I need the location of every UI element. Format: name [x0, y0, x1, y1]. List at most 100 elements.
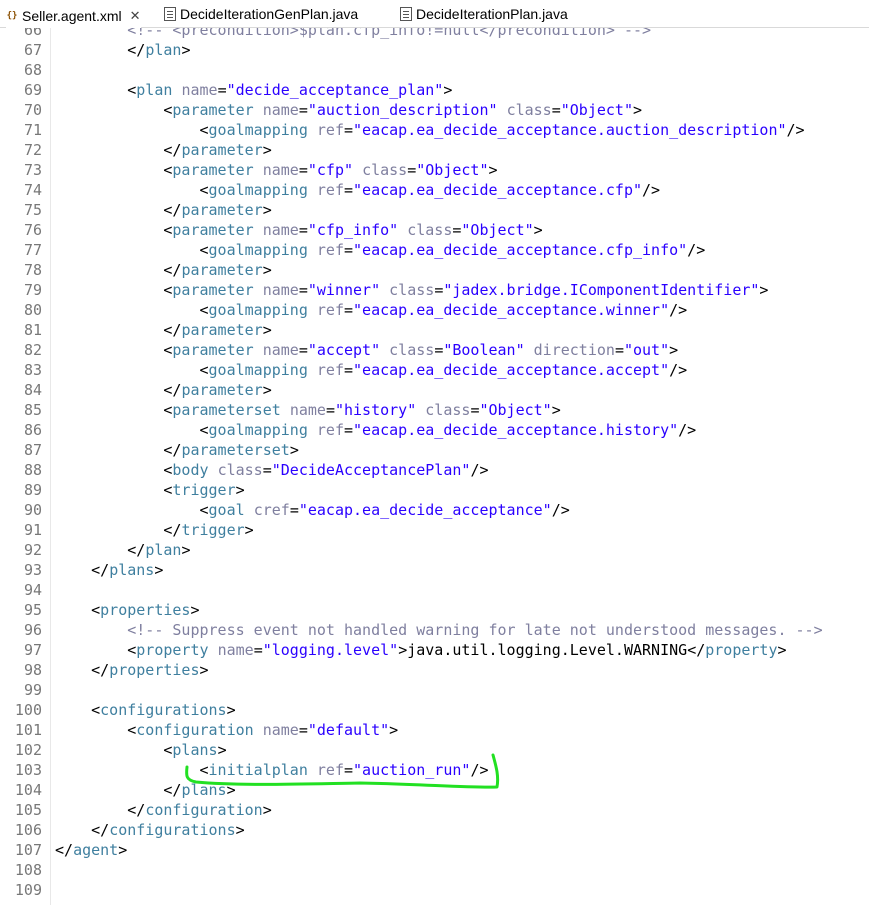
code-line[interactable]: 103 <initialplan ref="auction_run"/> — [0, 760, 869, 780]
code-line[interactable]: 78 </parameter> — [0, 260, 869, 280]
xml-file-icon: {} — [6, 11, 18, 21]
code-line[interactable]: 70 <parameter name="auction_description"… — [0, 100, 869, 120]
code-token: </ — [163, 141, 182, 159]
code-line[interactable]: 107 </agent> — [0, 840, 869, 860]
code-line[interactable]: 77 <goalmapping ref="eacap.ea_decide_acc… — [0, 240, 869, 260]
code-line[interactable]: 95 <properties> — [0, 600, 869, 620]
code-line[interactable]: 104 </plans> — [0, 780, 869, 800]
code-token: "eacap.ea_decide_acceptance.winner" — [353, 301, 670, 319]
code-line[interactable]: 67 </plan> — [0, 40, 869, 60]
code-line[interactable]: 97 <property name="logging.level">java.u… — [0, 640, 869, 660]
code-line[interactable]: 91 </trigger> — [0, 520, 869, 540]
code-token: = — [344, 301, 354, 319]
code-token: "auction_run" — [353, 761, 471, 779]
code-token: > — [262, 261, 272, 279]
code-line[interactable]: 100 <configurations> — [0, 700, 869, 720]
code-line[interactable]: 94 — [0, 580, 869, 600]
code-token: "cfp_info" — [307, 221, 399, 239]
code-token: = — [298, 161, 308, 179]
code-token: > — [226, 781, 236, 799]
code-line[interactable]: 99 — [0, 680, 869, 700]
code-line[interactable]: 109 — [0, 880, 869, 900]
code-line[interactable]: 68 — [0, 60, 869, 80]
code-line[interactable]: 84 </parameter> — [0, 380, 869, 400]
code-token: trigger — [181, 521, 245, 539]
code-line[interactable]: 85 <parameterset name="history" class="O… — [0, 400, 869, 420]
code-line[interactable]: 98 </properties> — [0, 660, 869, 680]
code-line[interactable]: 106 </configurations> — [0, 820, 869, 840]
tab-decide-iteration-plan[interactable]: DecideIterationPlan.java — [400, 0, 568, 28]
code-line[interactable]: 80 <goalmapping ref="eacap.ea_decide_acc… — [0, 300, 869, 320]
code-token: parameter — [172, 101, 254, 119]
code-token: = — [217, 81, 227, 99]
code-text: <configuration name="default"> — [55, 720, 398, 740]
code-token: > — [217, 741, 227, 759]
code-line[interactable]: 82 <parameter name="accept" class="Boole… — [0, 340, 869, 360]
code-line[interactable]: 90 <goal cref="eacap.ea_decide_acceptanc… — [0, 500, 869, 520]
code-line[interactable]: 73 <parameter name="cfp" class="Object"> — [0, 160, 869, 180]
code-line[interactable]: 69 <plan name="decide_acceptance_plan"> — [0, 80, 869, 100]
code-line[interactable]: 66 <!-- <precondition>$plan.cfp_info!=nu… — [0, 28, 869, 40]
line-number: 100 — [14, 701, 42, 719]
code-text: </parameter> — [55, 320, 271, 340]
code-line[interactable]: 75 </parameter> — [0, 200, 869, 220]
code-line[interactable]: 76 <parameter name="cfp_info" class="Obj… — [0, 220, 869, 240]
code-token: = — [298, 341, 308, 359]
code-token: </ — [163, 781, 182, 799]
tab-decide-iteration-gen-plan[interactable]: DecideIterationGenPlan.java — [164, 0, 358, 28]
code-token: "Object" — [479, 401, 552, 419]
code-line[interactable]: 83 <goalmapping ref="eacap.ea_decide_acc… — [0, 360, 869, 380]
code-text: </properties> — [55, 660, 208, 680]
code-token: ref — [316, 301, 344, 319]
code-token: "Object" — [560, 101, 633, 119]
code-text: </configurations> — [55, 820, 245, 840]
code-line[interactable]: 86 <goalmapping ref="eacap.ea_decide_acc… — [0, 420, 869, 440]
code-line[interactable]: 93 </plans> — [0, 560, 869, 580]
code-editor[interactable]: 66 <!-- <precondition>$plan.cfp_info!=nu… — [0, 28, 869, 905]
code-line[interactable]: 88 <body class="DecideAcceptancePlan"/> — [0, 460, 869, 480]
code-token: goalmapping — [208, 421, 308, 439]
code-line[interactable]: 72 </parameter> — [0, 140, 869, 160]
code-line[interactable]: 89 <trigger> — [0, 480, 869, 500]
code-line[interactable]: 92 </plan> — [0, 540, 869, 560]
line-number: 71 — [23, 121, 42, 139]
code-token: body — [172, 461, 209, 479]
code-line[interactable]: 74 <goalmapping ref="eacap.ea_decide_acc… — [0, 180, 869, 200]
code-line[interactable]: 96 <!-- Suppress event not handled warni… — [0, 620, 869, 640]
code-line[interactable]: 87 </parameterset> — [0, 440, 869, 460]
code-line[interactable]: 71 <goalmapping ref="eacap.ea_decide_acc… — [0, 120, 869, 140]
code-token: "Object" — [461, 221, 534, 239]
code-text: <body class="DecideAcceptancePlan"/> — [55, 460, 488, 480]
code-line[interactable]: 101 <configuration name="default"> — [0, 720, 869, 740]
editor-tab-bar: {} Seller.agent.xml ✕ DecideIterationGen… — [0, 0, 869, 30]
tab-seller-agent-xml[interactable]: {} Seller.agent.xml ✕ — [6, 0, 141, 30]
code-token: </ — [127, 41, 146, 59]
code-line[interactable]: 108 — [0, 860, 869, 880]
line-number: 90 — [23, 501, 42, 519]
code-token: <!-- Suppress event not handled warning … — [127, 621, 823, 639]
code-line[interactable]: 79 <parameter name="winner" class="jadex… — [0, 280, 869, 300]
code-token: = — [262, 461, 272, 479]
code-line[interactable]: 81 </parameter> — [0, 320, 869, 340]
code-token: parameter — [181, 321, 263, 339]
code-token: > — [389, 721, 399, 739]
code-token: > — [235, 821, 245, 839]
code-token: < — [199, 241, 209, 259]
code-line[interactable]: 105 </configuration> — [0, 800, 869, 820]
code-token: > — [443, 81, 453, 99]
code-token: > — [759, 281, 769, 299]
code-text: </plan> — [55, 540, 190, 560]
close-icon[interactable]: ✕ — [130, 8, 141, 24]
code-text: <parameter name="cfp_info" class="Object… — [55, 220, 542, 240]
code-line[interactable]: 102 <plans> — [0, 740, 869, 760]
